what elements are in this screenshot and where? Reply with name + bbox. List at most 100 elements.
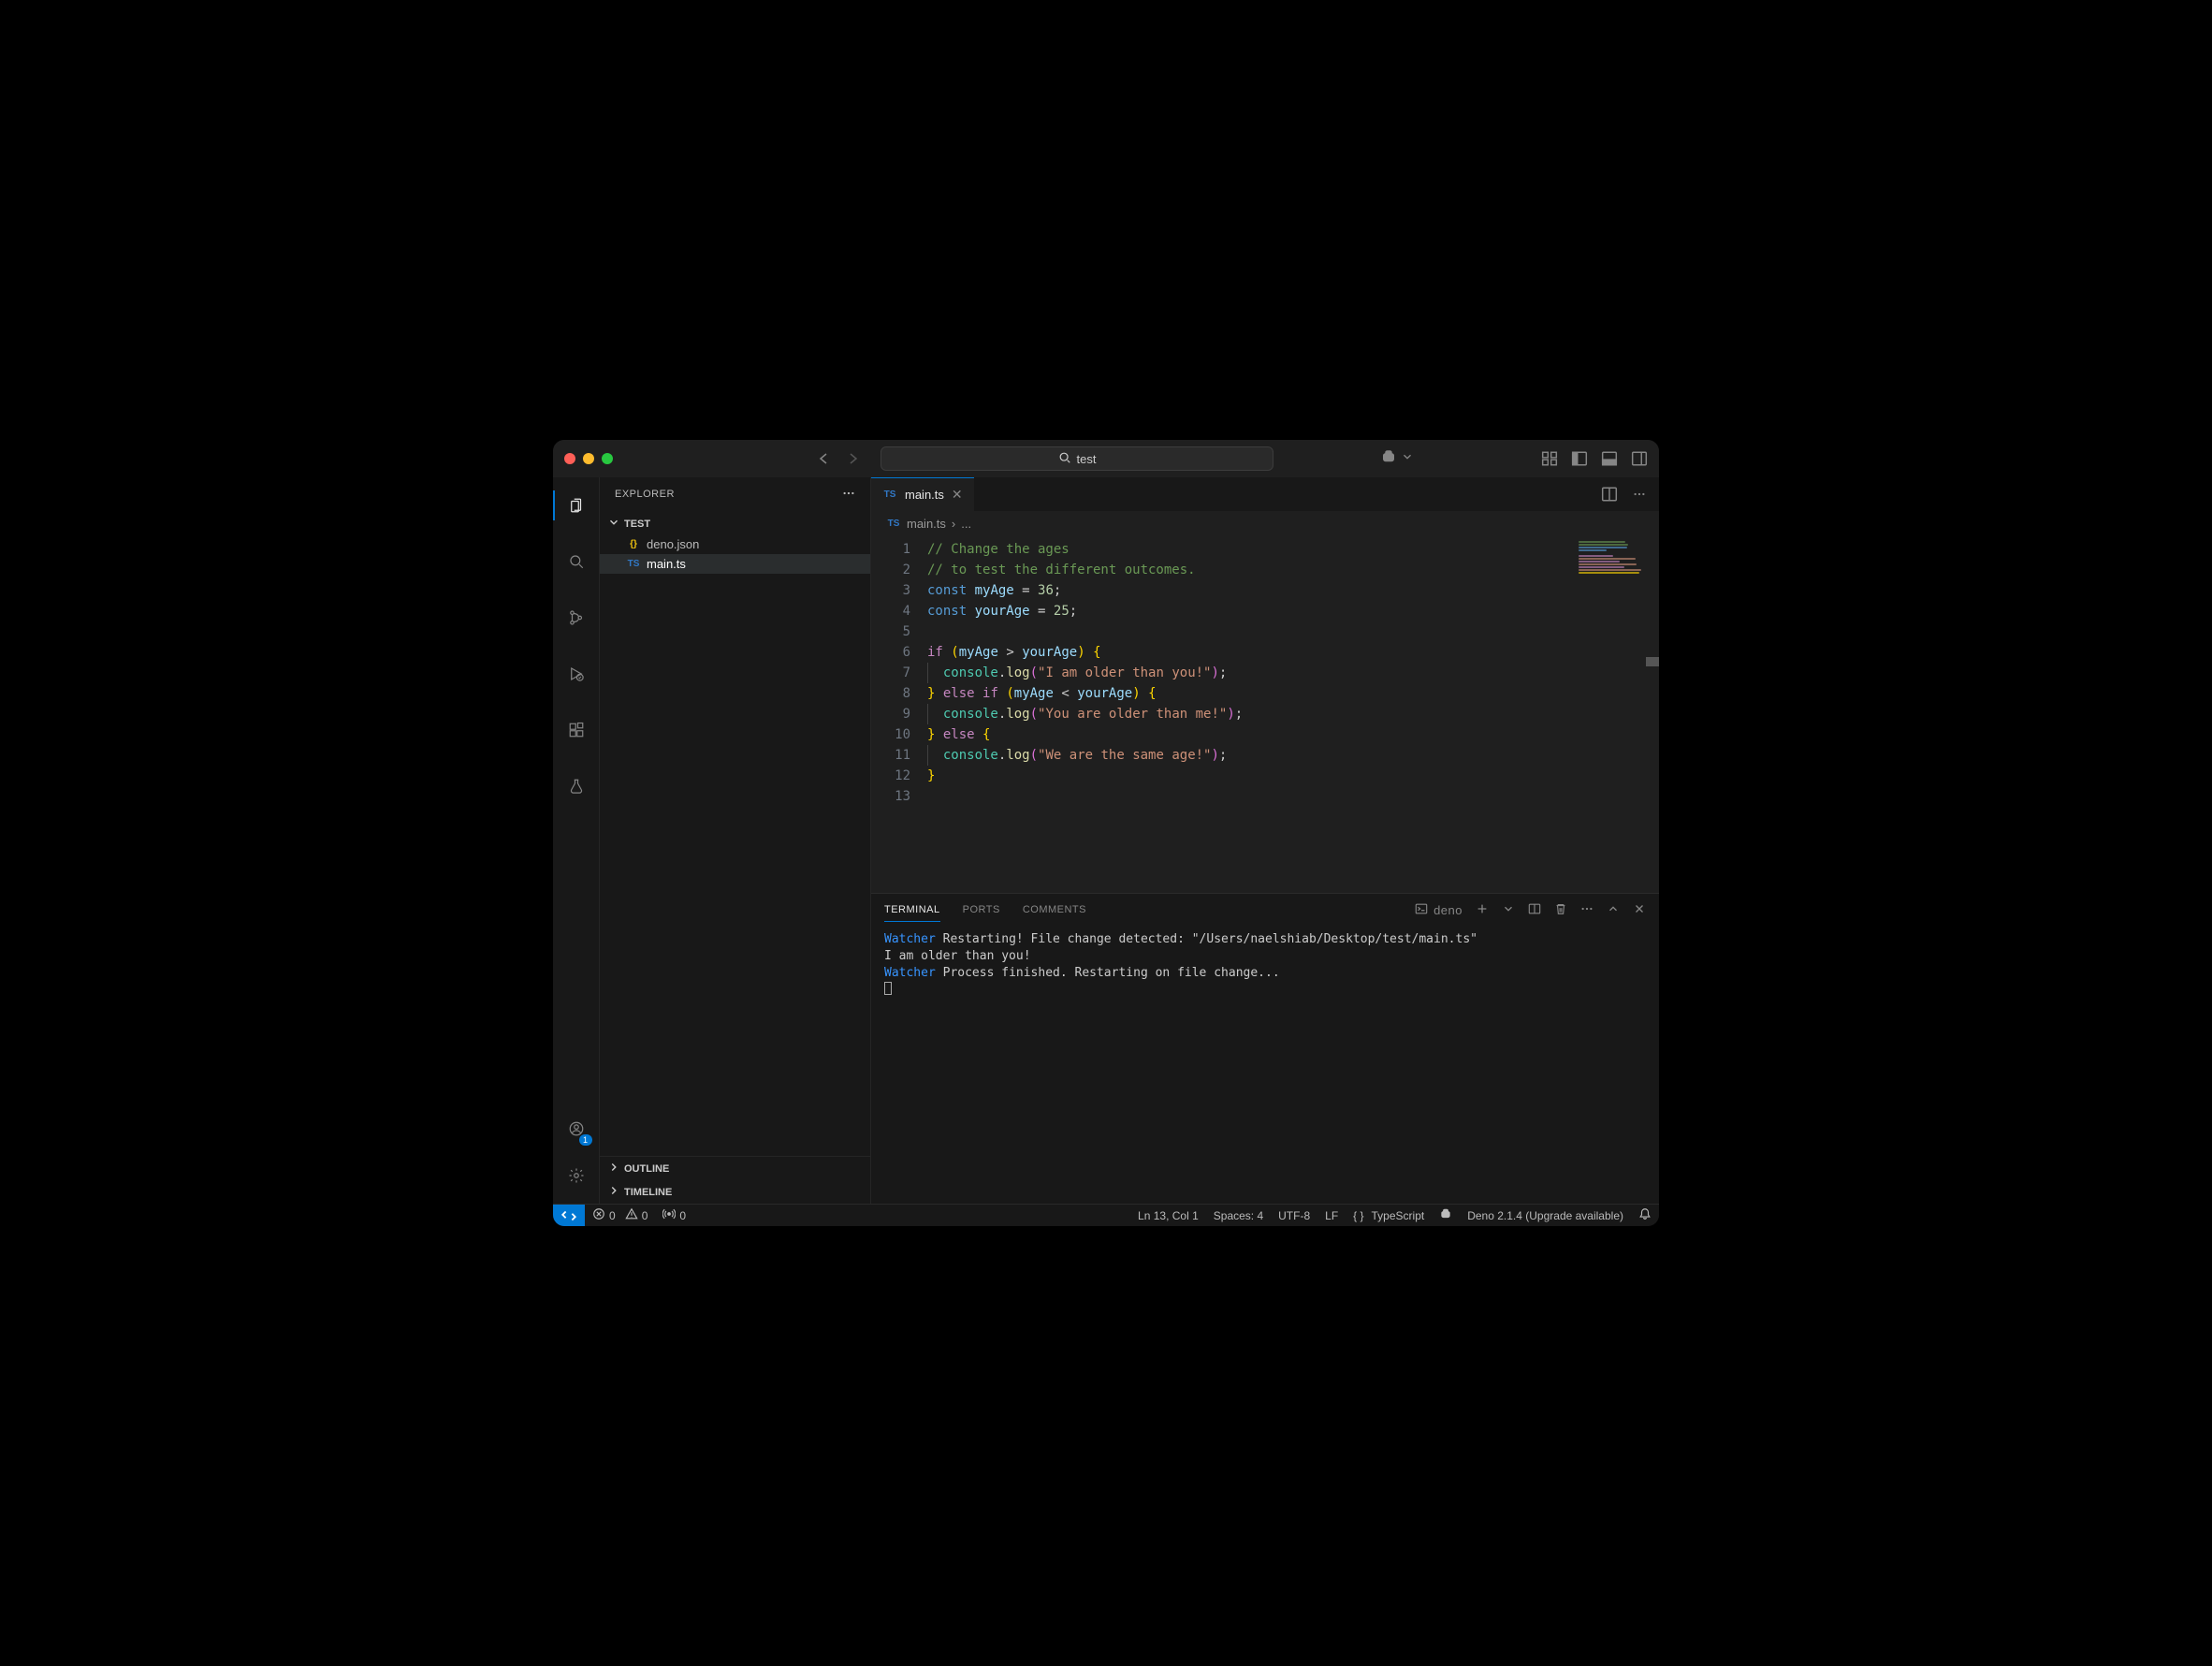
zoom-window-button[interactable] [602,453,613,464]
activity-accounts[interactable]: 1 [553,1110,600,1147]
toggle-secondary-sidebar-button[interactable] [1631,450,1648,467]
chevron-up-icon[interactable] [1607,902,1620,918]
chevron-right-icon [607,1161,620,1176]
editor-more-icon[interactable] [1631,486,1648,503]
activity-source-control[interactable] [553,599,600,636]
activity-search[interactable] [553,543,600,580]
file-name: main.ts [647,557,686,571]
minimap[interactable] [1579,541,1653,653]
nav-arrows [817,451,860,466]
status-problems[interactable]: 0 0 [585,1207,655,1223]
tab-label: main.ts [905,488,944,502]
activity-explorer[interactable] [553,487,600,524]
tab-bar: TS main.ts ✕ [871,477,1659,511]
outline-label: OUTLINE [624,1163,669,1175]
remote-indicator[interactable] [553,1205,585,1227]
bell-icon [1638,1207,1652,1223]
explorer-more-icon[interactable] [842,487,855,503]
close-tab-icon[interactable]: ✕ [952,487,963,503]
braces-icon: { } [1353,1209,1363,1222]
chevron-down-icon [607,516,620,532]
panel-more-icon[interactable] [1580,902,1594,918]
customize-layout-button[interactable] [1541,450,1558,467]
panel-tab-ports[interactable]: PORTS [963,904,1000,915]
panel-tab-terminal[interactable]: TERMINAL [884,904,940,922]
ts-file-icon: TS [882,490,897,500]
status-encoding[interactable]: UTF-8 [1271,1209,1317,1222]
status-ports[interactable]: 0 [655,1207,693,1223]
error-icon [592,1207,605,1223]
explorer-sidebar: EXPLORER TEST {} deno.json TS main.ts OUTLI… [600,477,871,1204]
status-cursor[interactable]: Ln 13, Col 1 [1130,1209,1206,1222]
copilot-icon [1439,1207,1452,1223]
timeline-label: TIMELINE [624,1187,672,1198]
toggle-panel-button[interactable] [1601,450,1618,467]
status-runtime[interactable]: Deno 2.1.4 (Upgrade available) [1460,1209,1631,1222]
status-notifications[interactable] [1631,1207,1659,1223]
folder-header[interactable]: TEST [600,513,870,534]
chevron-down-icon[interactable] [1502,902,1515,918]
status-copilot[interactable] [1432,1207,1460,1223]
window-controls [564,453,613,464]
timeline-section[interactable]: TIMELINE [600,1180,870,1204]
search-text: test [1077,452,1097,466]
nav-back-button[interactable] [817,451,832,466]
breadcrumb[interactable]: TS main.ts › ... [871,511,1659,535]
split-editor-button[interactable] [1601,486,1618,503]
file-row[interactable]: {} deno.json [600,534,870,554]
search-icon [1058,451,1071,467]
explorer-title: EXPLORER [615,489,675,500]
file-name: deno.json [647,537,699,551]
ports-count: 0 [679,1209,686,1222]
activity-testing[interactable] [553,767,600,805]
error-count: 0 [609,1209,616,1222]
json-file-icon: {} [626,539,641,549]
code-editor[interactable]: 12345678910111213 // Change the ages// t… [871,535,1659,893]
tab-main-ts[interactable]: TS main.ts ✕ [871,477,974,511]
breadcrumb-file: main.ts [907,517,946,531]
status-spaces[interactable]: Spaces: 4 [1206,1209,1271,1222]
nav-forward-button[interactable] [845,451,860,466]
bottom-panel: TERMINAL PORTS COMMENTS deno [871,893,1659,1204]
folder-name: TEST [624,519,650,530]
close-window-button[interactable] [564,453,575,464]
close-panel-icon[interactable] [1633,902,1646,918]
activity-extensions[interactable] [553,711,600,749]
status-eol[interactable]: LF [1317,1209,1346,1222]
ts-file-icon: TS [626,559,641,569]
panel-tabs: TERMINAL PORTS COMMENTS deno [871,894,1659,926]
vscode-window: test [553,440,1659,1226]
new-terminal-icon[interactable] [1476,902,1489,918]
shell-label: deno [1433,903,1463,917]
broadcast-icon [662,1207,676,1223]
overview-ruler[interactable] [1646,535,1659,893]
terminal-output[interactable]: Watcher Restarting! File change detected… [871,926,1659,1204]
file-row[interactable]: TS main.ts [600,554,870,574]
chevron-right-icon [607,1184,620,1200]
copilot-menu[interactable] [1380,448,1414,470]
breadcrumb-sep: › [952,517,955,531]
terminal-shell-picker[interactable]: deno [1415,902,1463,918]
title-bar: test [553,440,1659,477]
minimize-window-button[interactable] [583,453,594,464]
terminal-icon [1415,902,1428,918]
activity-debug[interactable] [553,655,600,693]
split-terminal-icon[interactable] [1528,902,1541,918]
accounts-badge: 1 [579,1134,592,1146]
outline-section[interactable]: OUTLINE [600,1157,870,1180]
command-center-search[interactable]: test [880,446,1273,471]
explorer-header: EXPLORER [600,477,870,511]
toggle-primary-sidebar-button[interactable] [1571,450,1588,467]
chevron-down-icon [1401,450,1414,468]
kill-terminal-icon[interactable] [1554,902,1567,918]
status-language[interactable]: { } TypeScript [1346,1209,1432,1222]
status-bar: 0 0 0 Ln 13, Col 1 Spaces: 4 UTF-8 LF { … [553,1204,1659,1226]
panel-tab-comments[interactable]: COMMENTS [1023,904,1086,915]
breadcrumb-tail: ... [961,517,971,531]
editor-area: TS main.ts ✕ TS main.ts › ... 1234567891… [871,477,1659,1204]
activity-bar: 1 [553,477,600,1204]
copilot-icon [1380,448,1397,470]
warning-icon [625,1207,638,1223]
warning-count: 0 [642,1209,648,1222]
activity-settings[interactable] [553,1157,600,1194]
